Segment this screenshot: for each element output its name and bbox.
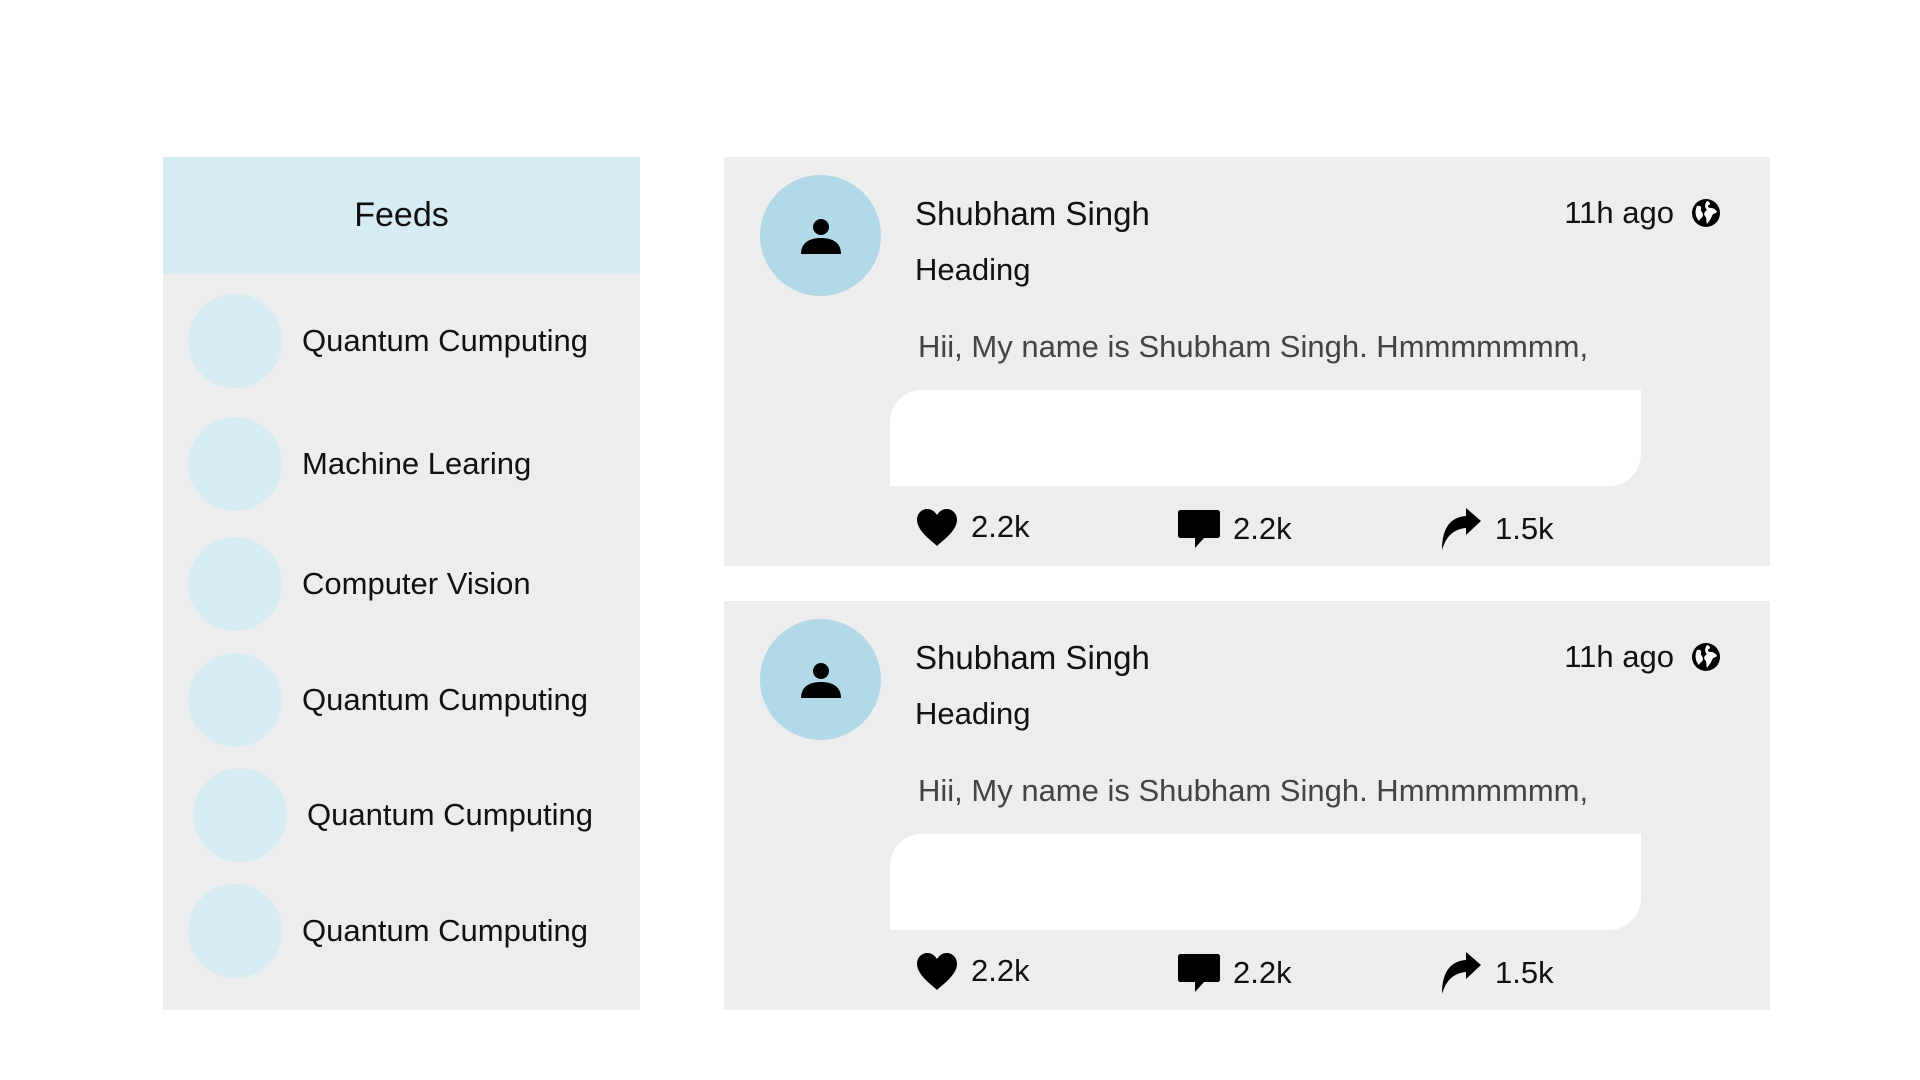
comment-icon [1178, 954, 1220, 992]
share-icon [1442, 508, 1481, 550]
like-button[interactable]: 2.2k [915, 951, 1030, 991]
topic-thumbnail [188, 884, 282, 978]
sidebar-item-label: Computer Vision [302, 566, 531, 601]
sidebar-item-machine-learning[interactable]: Machine Learing [188, 417, 531, 511]
sidebar-item-label: Machine Learing [302, 446, 532, 481]
topic-thumbnail [193, 768, 287, 862]
post-meta: 11h ago [1564, 639, 1722, 675]
user-icon [800, 218, 841, 254]
like-count: 2.2k [971, 953, 1030, 988]
share-count: 1.5k [1495, 511, 1554, 546]
topic-thumbnail [188, 294, 282, 388]
sidebar-item-quantum-computing[interactable]: Quantum Cumputing [188, 294, 588, 388]
topic-thumbnail [188, 653, 282, 747]
sidebar-item-label: Quantum Cumputing [302, 323, 589, 358]
share-count: 1.5k [1495, 955, 1554, 990]
author-name[interactable]: Shubham Singh [915, 195, 1150, 233]
post-text: Hii, My name is Shubham Singh. Hmmmmmmm, [918, 329, 1589, 364]
sidebar-item-label: Quantum Cumputing [307, 797, 594, 832]
sidebar-item-quantum-computing[interactable]: Quantum Cumputing [188, 884, 588, 978]
post-meta: 11h ago [1564, 195, 1722, 231]
post-timestamp: 11h ago [1564, 195, 1674, 230]
post-timestamp: 11h ago [1564, 639, 1674, 674]
globe-icon [1692, 199, 1720, 227]
heart-icon [917, 953, 957, 990]
comment-button[interactable]: 2.2k [1177, 507, 1292, 551]
feed-post: Shubham Singh Heading 11h ago Hii, My na… [724, 601, 1770, 1010]
sidebar-title: Feeds [163, 157, 640, 274]
globe-icon [1692, 643, 1720, 671]
author-avatar[interactable] [760, 175, 881, 296]
topic-thumbnail [188, 417, 282, 511]
post-actions: 2.2k 2.2k 1.5k [915, 951, 1615, 1001]
share-button[interactable]: 1.5k [1439, 507, 1554, 551]
post-media [890, 390, 1641, 486]
post-actions: 2.2k 2.2k 1.5k [915, 507, 1615, 557]
sidebar-item-computer-vision[interactable]: Computer Vision [188, 537, 531, 631]
like-count: 2.2k [971, 509, 1030, 544]
user-icon [800, 662, 841, 698]
post-heading: Heading [915, 252, 1031, 287]
share-icon [1442, 952, 1481, 994]
sidebar-item-label: Quantum Cumputing [302, 913, 589, 948]
sidebar-item-quantum-computing[interactable]: Quantum Cumputing [188, 653, 588, 747]
sidebar-item-label: Quantum Cumputing [302, 682, 589, 717]
feeds-sidebar: Feeds Quantum Cumputing Machine Learing … [163, 157, 640, 1010]
like-button[interactable]: 2.2k [915, 507, 1030, 547]
heart-icon [917, 509, 957, 546]
topic-thumbnail [188, 537, 282, 631]
share-button[interactable]: 1.5k [1439, 951, 1554, 995]
author-name[interactable]: Shubham Singh [915, 639, 1150, 677]
post-media [890, 834, 1641, 930]
comment-button[interactable]: 2.2k [1177, 951, 1292, 995]
feed-post: Shubham Singh Heading 11h ago Hii, My na… [724, 157, 1770, 566]
post-heading: Heading [915, 696, 1031, 731]
comment-count: 2.2k [1233, 511, 1292, 546]
post-text: Hii, My name is Shubham Singh. Hmmmmmmm, [918, 773, 1589, 808]
comment-count: 2.2k [1233, 955, 1292, 990]
author-avatar[interactable] [760, 619, 881, 740]
comment-icon [1178, 510, 1220, 548]
sidebar-item-quantum-computing[interactable]: Quantum Cumputing [193, 768, 593, 862]
